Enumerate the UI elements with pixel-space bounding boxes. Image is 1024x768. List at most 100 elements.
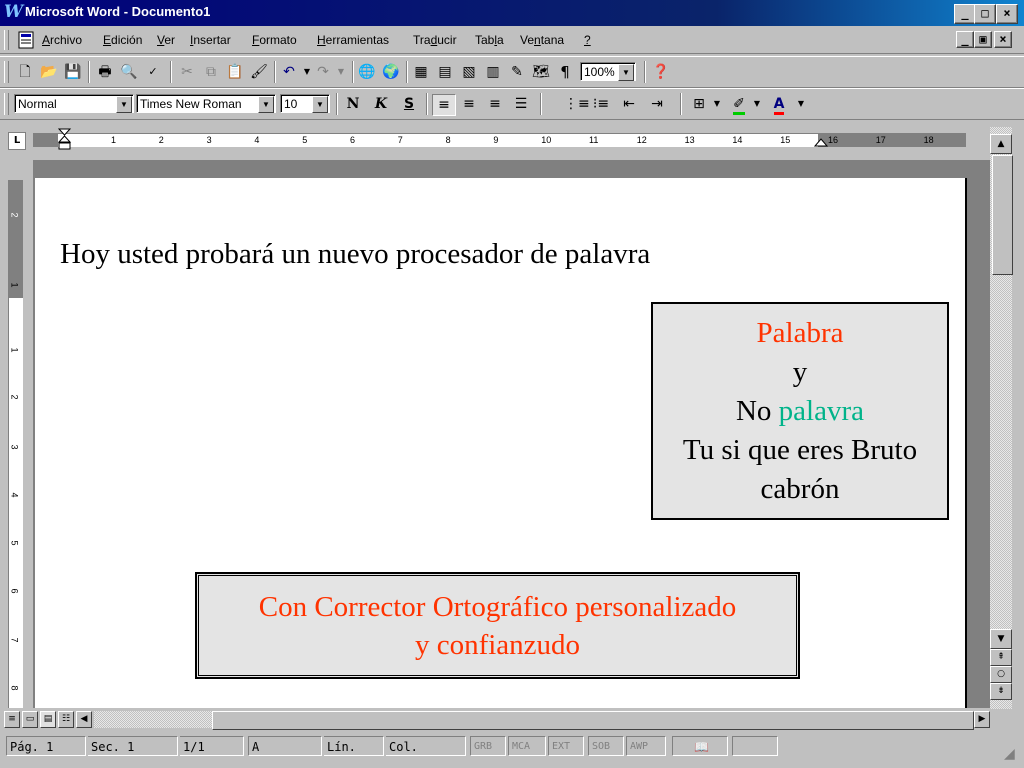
redo-dropdown-icon[interactable]: ▼ [330, 62, 352, 82]
spelling-icon[interactable]: ✓ [142, 62, 164, 82]
next-page-icon[interactable]: ⇟ [990, 683, 1012, 700]
align-center-icon[interactable]: ≡ [458, 94, 480, 114]
toolbar-grip[interactable] [4, 61, 9, 83]
status-ext[interactable]: EXT [548, 736, 584, 756]
font-color-icon[interactable]: A [768, 94, 790, 115]
status-line: Lín. [324, 736, 384, 756]
italic-button[interactable]: K [370, 94, 392, 114]
highlight-dropdown-icon[interactable]: ▼ [746, 94, 768, 114]
document-icon[interactable] [16, 30, 38, 50]
justify-icon[interactable]: ☰ [510, 94, 532, 114]
cut-icon[interactable]: ✂ [176, 62, 198, 82]
document-map-icon[interactable]: 🗺 [530, 62, 552, 82]
chevron-down-icon[interactable]: ▼ [312, 96, 328, 113]
font-color-dropdown-icon[interactable]: ▼ [790, 94, 812, 114]
font-size-select[interactable]: 10 ▼ [280, 94, 330, 113]
status-mca[interactable]: MCA [508, 736, 546, 756]
insert-excel-icon[interactable]: ▧ [458, 62, 480, 82]
open-icon[interactable]: 📂 [38, 62, 60, 82]
ruler-margin-right [818, 134, 966, 147]
menu-insertar[interactable]: Insertar [190, 33, 231, 47]
menu-traducir[interactable]: Traducir [413, 33, 457, 47]
menu-ventana[interactable]: Ventana [520, 33, 564, 47]
align-right-icon[interactable]: ≡ [484, 94, 506, 114]
doc-close-button[interactable]: × [994, 31, 1012, 48]
select-browse-object-icon[interactable]: ○ [990, 666, 1012, 683]
menu-ver[interactable]: Ver [157, 33, 175, 47]
chevron-down-icon[interactable]: ▼ [116, 96, 132, 113]
scroll-up-icon[interactable]: ▲ [990, 134, 1012, 154]
hyperlink-icon[interactable]: 🌐 [356, 62, 378, 82]
print-layout-view-icon[interactable]: ▤ [40, 711, 56, 728]
status-awp[interactable]: AWP [626, 736, 666, 756]
menu-formato[interactable]: Formato [252, 33, 297, 47]
zoom-select[interactable]: 100% ▼ [580, 62, 636, 81]
text-box-corrector[interactable]: Con Corrector Ortográfico personalizado … [195, 572, 800, 679]
normal-view-icon[interactable]: ≡ [4, 711, 20, 728]
paste-icon[interactable]: 📋 [224, 62, 246, 82]
print-preview-icon[interactable]: 🔍 [118, 62, 140, 82]
menu-herramientas[interactable]: Herramientas [317, 33, 389, 47]
chevron-down-icon[interactable]: ▼ [618, 64, 634, 81]
underline-button[interactable]: S [398, 94, 420, 114]
menubar-grip[interactable] [4, 30, 9, 50]
menu-edicion[interactable]: Edición [103, 33, 142, 47]
standard-toolbar: 🗋 📂 💾 🖶 🔍 ✓ ✂ ⧉ 📋 🖌 ↶ ▼ ↷ ▼ 🌐 🌍 ▦ ▤ ▧ ▥ … [0, 56, 1024, 88]
help-icon[interactable]: ❓ [650, 62, 672, 82]
indent-marker-icon[interactable] [58, 128, 72, 154]
print-icon[interactable]: 🖶 [94, 62, 116, 82]
outline-view-icon[interactable]: ☷ [58, 711, 74, 728]
scroll-right-icon[interactable]: ▶ [974, 711, 990, 728]
borders-dropdown-icon[interactable]: ▼ [706, 94, 728, 114]
toolbar-grip[interactable] [4, 93, 9, 115]
bullets-icon[interactable]: ⁝≡ [590, 94, 612, 114]
status-grb[interactable]: GRB [470, 736, 506, 756]
menu-tabla[interactable]: Tabla [475, 33, 504, 47]
tables-borders-icon[interactable]: ▦ [410, 62, 432, 82]
bold-button[interactable]: N [342, 94, 364, 114]
show-hide-icon[interactable]: ¶ [554, 62, 576, 82]
columns-icon[interactable]: ▥ [482, 62, 504, 82]
horizontal-scroll-track[interactable] [94, 711, 212, 728]
web-toolbar-icon[interactable]: 🌍 [380, 62, 402, 82]
scroll-left-icon[interactable]: ◀ [76, 711, 92, 728]
close-button[interactable]: × [996, 4, 1018, 24]
document-text-line[interactable]: Hoy usted probará un nuevo procesador de… [60, 238, 650, 271]
new-icon[interactable]: 🗋 [14, 62, 36, 82]
doc-minimize-button[interactable]: _ [956, 31, 974, 48]
menu-help[interactable]: ? [584, 33, 591, 47]
scroll-down-icon[interactable]: ▼ [990, 629, 1012, 649]
vruler-number: 2 [9, 212, 20, 218]
style-select[interactable]: Normal ▼ [14, 94, 134, 113]
copy-icon[interactable]: ⧉ [200, 62, 222, 82]
web-layout-view-icon[interactable]: ▭ [22, 711, 38, 728]
status-bar: Pág. 1 Sec. 1 1/1 A Lín. Col. GRB MCA EX… [0, 732, 1024, 768]
insert-table-icon[interactable]: ▤ [434, 62, 456, 82]
resize-grip-icon[interactable]: ◢ [1004, 746, 1015, 762]
zoom-value: 100% [584, 65, 615, 79]
tab-selector[interactable]: L [8, 132, 26, 150]
align-left-icon[interactable]: ≡ [432, 94, 456, 116]
right-indent-marker-icon[interactable] [814, 135, 828, 147]
maximize-button[interactable]: □ [974, 4, 996, 24]
chevron-down-icon[interactable]: ▼ [258, 96, 274, 113]
menu-archivo[interactable]: Archivo [42, 33, 82, 47]
doc-restore-button[interactable]: ▣ [974, 31, 992, 48]
font-select[interactable]: Times New Roman ▼ [136, 94, 276, 113]
save-icon[interactable]: 💾 [62, 62, 84, 82]
spelling-status-icon[interactable]: 📖 [672, 736, 728, 756]
scroll-thumb[interactable] [992, 155, 1013, 275]
format-painter-icon[interactable]: 🖌 [248, 62, 270, 82]
drawing-icon[interactable]: ✎ [506, 62, 528, 82]
minimize-button[interactable]: _ [954, 4, 976, 24]
text-box-palabra[interactable]: Palabra y No palavra Tu si que eres Brut… [651, 302, 949, 520]
horizontal-scroll-thumb[interactable] [212, 711, 974, 730]
status-sob[interactable]: SOB [588, 736, 624, 756]
previous-page-icon[interactable]: ⇞ [990, 649, 1012, 666]
word-app-icon[interactable]: W [4, 3, 23, 21]
ruler-number: 14 [732, 135, 743, 145]
decrease-indent-icon[interactable]: ⇤ [618, 94, 640, 114]
ruler-number: 3 [206, 135, 212, 145]
numbering-icon[interactable]: ⋮≡ [564, 94, 590, 114]
increase-indent-icon[interactable]: ⇥ [646, 94, 668, 114]
